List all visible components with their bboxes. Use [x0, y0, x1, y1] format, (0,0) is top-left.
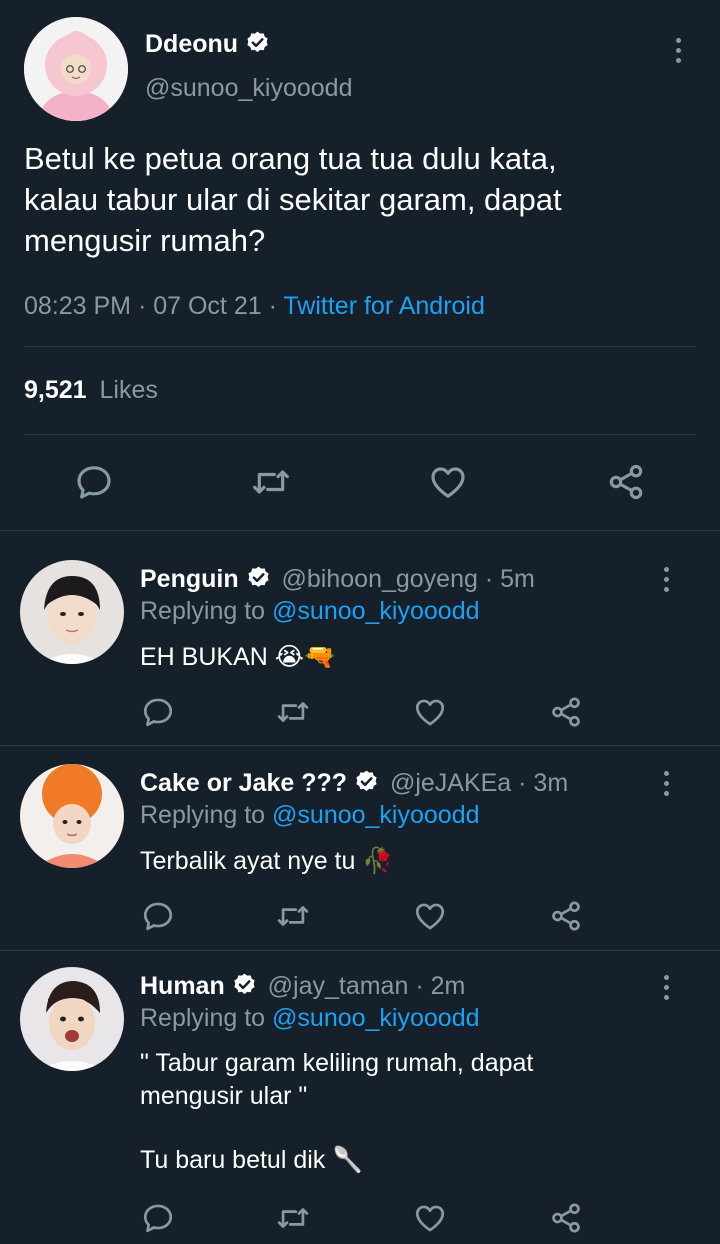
share-icon[interactable]: [549, 1201, 583, 1235]
share-icon[interactable]: [549, 695, 583, 729]
more-icon[interactable]: [674, 38, 682, 63]
tweet-date: 07 Oct 21: [153, 292, 262, 320]
tweet-text-line: EH BUKAN 😭🔫: [140, 643, 336, 671]
reply-tweet[interactable]: Penguin @bihoon_goyeng · 5m Replying to …: [0, 531, 720, 746]
like-icon[interactable]: [428, 462, 468, 502]
meta-separator: ·: [131, 292, 154, 320]
verified-icon: [246, 565, 271, 590]
handle[interactable]: @jay_taman: [268, 972, 409, 1000]
tweet-text-line: mengusir rumah?: [24, 223, 266, 258]
reply-mention[interactable]: @sunoo_kiyooodd: [272, 801, 479, 829]
reply-icon[interactable]: [141, 695, 175, 729]
share-icon[interactable]: [549, 899, 583, 933]
like-icon[interactable]: [413, 695, 447, 729]
like-icon[interactable]: [413, 899, 447, 933]
tweet-text-line: mengusir ular ": [140, 1082, 308, 1110]
replying-to: Replying to @sunoo_kiyooodd: [140, 597, 480, 625]
display-name[interactable]: Cake or Jake ??? @jeJAKEa · 3m: [140, 769, 568, 798]
retweet-icon[interactable]: [276, 1201, 310, 1235]
share-icon[interactable]: [606, 462, 646, 502]
tweet-meta: 08:23 PM · 07 Oct 21 · Twitter for Andro…: [24, 292, 485, 321]
reply-text: " Tabur garam keliling rumah, dapat meng…: [140, 1047, 533, 1177]
reply-text: EH BUKAN 😭🔫: [140, 641, 335, 674]
replying-to: Replying to @sunoo_kiyooodd: [140, 801, 480, 829]
reply-icon[interactable]: [141, 1201, 175, 1235]
avatar[interactable]: [24, 17, 128, 121]
more-icon[interactable]: [662, 567, 670, 592]
tweet-text-line: Tu baru betul dik 🥄: [140, 1146, 364, 1174]
tweet-text-line: Terbalik ayat nye tu 🥀: [140, 847, 394, 875]
tweet-text-line: " Tabur garam keliling rumah, dapat: [140, 1049, 534, 1077]
retweet-icon[interactable]: [276, 695, 310, 729]
tweet-time: 08:23 PM: [24, 292, 132, 320]
more-icon[interactable]: [662, 771, 670, 796]
replying-to: Replying to @sunoo_kiyooodd: [140, 1004, 480, 1032]
reply-mention[interactable]: @sunoo_kiyooodd: [272, 1004, 479, 1032]
like-icon[interactable]: [413, 1201, 447, 1235]
divider: [24, 434, 696, 435]
display-name[interactable]: Penguin @bihoon_goyeng · 5m: [140, 565, 535, 594]
likes-label: Likes: [99, 376, 158, 404]
reply-icon[interactable]: [141, 899, 175, 933]
more-icon[interactable]: [662, 975, 670, 1000]
avatar[interactable]: [20, 967, 124, 1071]
likes-stat[interactable]: 9,521 Likes: [24, 376, 158, 405]
tweet-time: · 5m: [484, 565, 535, 593]
reply-mention[interactable]: @sunoo_kiyooodd: [272, 597, 479, 625]
tweet-text: Betul ke petua orang tua tua dulu kata, …: [24, 138, 562, 261]
avatar[interactable]: [20, 560, 124, 664]
reply-text: Terbalik ayat nye tu 🥀: [140, 845, 393, 878]
verified-icon: [232, 972, 257, 997]
retweet-icon[interactable]: [251, 462, 291, 502]
tweet-text-line: Betul ke petua orang tua tua dulu kata,: [24, 141, 557, 176]
display-name[interactable]: Human @jay_taman · 2m: [140, 972, 465, 1001]
verified-icon: [245, 30, 270, 55]
tweet-time: · 3m: [518, 769, 569, 797]
tweet-time: · 2m: [415, 972, 466, 1000]
likes-count: 9,521: [24, 376, 87, 404]
meta-separator: ·: [261, 292, 284, 320]
display-name[interactable]: Ddeonu: [145, 30, 270, 59]
tweet-text-line: [140, 1113, 533, 1144]
avatar[interactable]: [20, 764, 124, 868]
reply-tweet[interactable]: Cake or Jake ??? @jeJAKEa · 3m Replying …: [0, 746, 720, 951]
retweet-icon[interactable]: [276, 899, 310, 933]
reply-icon[interactable]: [74, 462, 114, 502]
verified-icon: [354, 769, 379, 794]
divider: [24, 346, 696, 347]
main-tweet: Ddeonu @sunoo_kiyooodd Betul ke petua or…: [0, 0, 720, 531]
handle[interactable]: @sunoo_kiyooodd: [145, 74, 352, 103]
reply-tweet[interactable]: Human @jay_taman · 2m Replying to @sunoo…: [0, 951, 720, 1244]
tweet-source[interactable]: Twitter for Android: [283, 292, 484, 320]
tweet-text-line: kalau tabur ular di sekitar garam, dapat: [24, 182, 562, 217]
handle[interactable]: @bihoon_goyeng: [282, 565, 478, 593]
handle[interactable]: @jeJAKEa: [390, 769, 511, 797]
